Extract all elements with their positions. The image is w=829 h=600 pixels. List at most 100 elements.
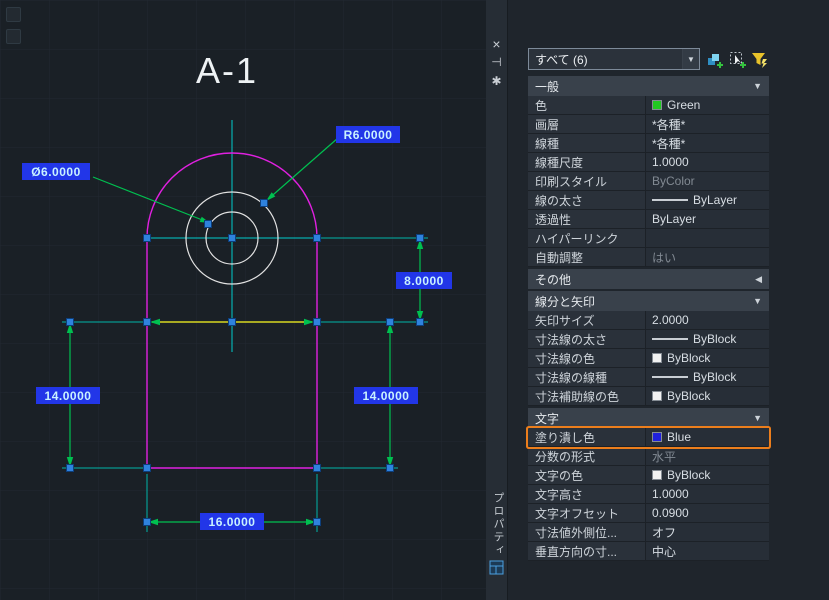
palette-title-bar: × ⊣ ✱ プロパティ: [486, 0, 508, 600]
section-header[interactable]: 文字 ▼: [528, 408, 769, 428]
select-objects-icon[interactable]: [728, 49, 747, 69]
grip[interactable]: [416, 318, 424, 326]
lineweight-sample: [652, 338, 688, 340]
property-value[interactable]: オフ: [646, 523, 769, 541]
grip[interactable]: [66, 464, 74, 472]
property-row: 分数の形式 水平: [528, 447, 769, 466]
grip[interactable]: [313, 234, 321, 242]
grip[interactable]: [66, 318, 74, 326]
dimension-label-radius[interactable]: R6.0000: [336, 126, 400, 143]
grip[interactable]: [143, 518, 151, 526]
property-value[interactable]: Blue: [646, 428, 769, 446]
property-label: 寸法線の太さ: [528, 330, 646, 348]
property-value[interactable]: ByBlock: [646, 387, 769, 405]
palette-bottom-icon[interactable]: [489, 560, 505, 581]
property-label: 寸法線の線種: [528, 368, 646, 386]
property-label: 矢印サイズ: [528, 311, 646, 329]
chevron-down-icon[interactable]: ▼: [682, 49, 699, 69]
property-value[interactable]: *各種*: [646, 115, 769, 133]
object-type-select[interactable]: すべて (6) ▼: [528, 48, 700, 70]
grip[interactable]: [143, 464, 151, 472]
property-value[interactable]: ByBlock: [646, 466, 769, 484]
color-swatch: [652, 432, 662, 442]
grip[interactable]: [143, 318, 151, 326]
chevron-down-icon[interactable]: ▼: [753, 81, 762, 91]
property-value[interactable]: 1.0000: [646, 485, 769, 503]
property-value[interactable]: 1.0000: [646, 153, 769, 171]
grip[interactable]: [143, 234, 151, 242]
chevron-down-icon[interactable]: ▼: [753, 413, 762, 423]
property-row: 文字オフセット 0.0900: [528, 504, 769, 523]
property-value[interactable]: ByBlock: [646, 368, 769, 386]
property-label: 線種: [528, 134, 646, 152]
property-row: 垂直方向の寸... 中心: [528, 542, 769, 561]
property-value[interactable]: ByColor: [646, 172, 769, 190]
property-label: ハイパーリンク: [528, 229, 646, 247]
drawing-area[interactable]: A-1 Ø6.0000 R6.0000 8.0000 14.0000 14.00…: [0, 0, 486, 600]
property-label: 分数の形式: [528, 447, 646, 465]
property-value-text: オフ: [652, 525, 677, 540]
canvas-corner-icon[interactable]: [6, 29, 21, 44]
property-value[interactable]: 0.0900: [646, 504, 769, 522]
property-value[interactable]: はい: [646, 248, 769, 266]
property-row: 印刷スタイル ByColor: [528, 172, 769, 191]
property-value[interactable]: ByBlock: [646, 349, 769, 367]
object-type-value: すべて (6): [535, 52, 588, 67]
grip[interactable]: [416, 234, 424, 242]
property-value-text: Blue: [667, 430, 692, 444]
property-row: 寸法線の線種 ByBlock: [528, 368, 769, 387]
property-sections: 一般 ▼ 色 Green 画層 *各種* 線種 *各種* 線種尺度 1.0000 印刷スタイル ByC…: [528, 76, 769, 561]
property-value[interactable]: Green: [646, 96, 769, 114]
property-value-text: ByBlock: [693, 332, 737, 346]
grip[interactable]: [228, 234, 236, 242]
property-label: 垂直方向の寸...: [528, 542, 646, 560]
palette-toolbar: すべて (6) ▼: [528, 48, 769, 70]
property-value-text: ByLayer: [693, 193, 738, 207]
auto-hide-icon[interactable]: ⊣: [486, 54, 507, 70]
grip[interactable]: [313, 318, 321, 326]
chevron-down-icon[interactable]: ▼: [753, 296, 762, 306]
property-value[interactable]: 2.0000: [646, 311, 769, 329]
section-header[interactable]: 一般 ▼: [528, 76, 769, 96]
property-value[interactable]: ByBlock: [646, 330, 769, 348]
palette-body: すべて (6) ▼ 一般 ▼ 色 Green 画層 *各種* 線種 *各種* 線…: [508, 0, 829, 600]
dimension-label-14-left[interactable]: 14.0000: [36, 387, 100, 404]
drawing-title: A-1: [196, 50, 259, 91]
dimension-label-diameter[interactable]: Ø6.0000: [22, 163, 90, 180]
property-row: ハイパーリンク: [528, 229, 769, 248]
property-value[interactable]: ByLayer: [646, 210, 769, 228]
property-row: 画層 *各種*: [528, 115, 769, 134]
toggle-pickadd-icon[interactable]: [706, 49, 725, 69]
grip[interactable]: [386, 318, 394, 326]
property-value-text: ByBlock: [667, 468, 711, 482]
grip[interactable]: [386, 464, 394, 472]
grip[interactable]: [313, 518, 321, 526]
property-value-text: ByLayer: [652, 212, 697, 226]
property-value[interactable]: [646, 229, 769, 247]
property-row: 線種尺度 1.0000: [528, 153, 769, 172]
section-header[interactable]: その他 ◀: [528, 269, 769, 289]
dimension-label-8[interactable]: 8.0000: [396, 272, 452, 289]
settings-icon[interactable]: ✱: [486, 73, 507, 89]
section-header[interactable]: 線分と矢印 ▼: [528, 291, 769, 311]
property-label: 文字高さ: [528, 485, 646, 503]
property-row: 文字の色 ByBlock: [528, 466, 769, 485]
dimension-label-14-right[interactable]: 14.0000: [354, 387, 418, 404]
quick-select-icon[interactable]: [750, 49, 769, 69]
grip[interactable]: [313, 464, 321, 472]
property-label: 色: [528, 96, 646, 114]
property-value[interactable]: 中心: [646, 542, 769, 560]
property-value[interactable]: 水平: [646, 447, 769, 465]
grip[interactable]: [260, 199, 268, 207]
grip[interactable]: [228, 318, 236, 326]
lineweight-sample: [652, 199, 688, 201]
property-value[interactable]: *各種*: [646, 134, 769, 152]
grip[interactable]: [204, 220, 212, 228]
property-value[interactable]: ByLayer: [646, 191, 769, 209]
application-window: A-1 Ø6.0000 R6.0000 8.0000 14.0000 14.00…: [0, 0, 829, 600]
chevron-left-icon[interactable]: ◀: [755, 274, 762, 285]
dimension-label-16[interactable]: 16.0000: [200, 513, 264, 530]
close-icon[interactable]: ×: [486, 36, 507, 52]
canvas-corner-icon[interactable]: [6, 7, 21, 22]
property-value-text: 0.0900: [652, 506, 689, 520]
